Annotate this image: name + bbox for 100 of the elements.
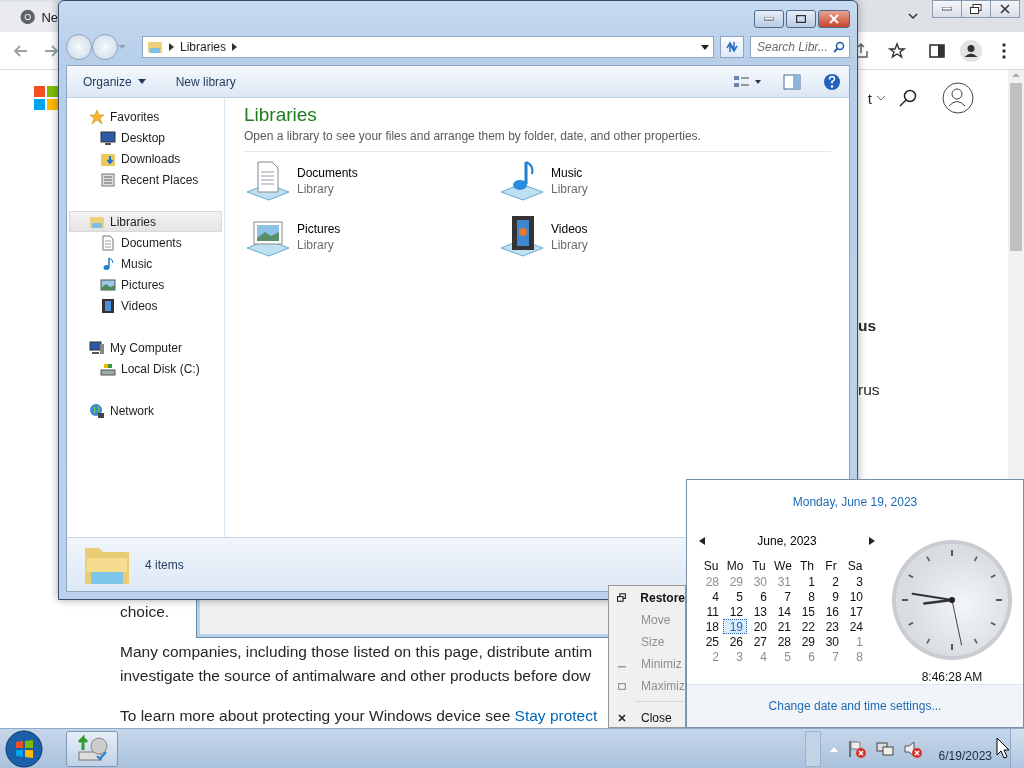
calendar-day[interactable]: 14 xyxy=(771,603,795,619)
globe-icon xyxy=(89,402,105,419)
settings-link[interactable]: Change date and time settings... xyxy=(768,698,942,713)
calendar-day[interactable]: 3 xyxy=(843,573,867,589)
nav-item[interactable]: Favorites xyxy=(69,106,222,127)
calendar-day[interactable]: 23 xyxy=(819,618,843,634)
account-icon[interactable] xyxy=(942,82,974,114)
minimize-button[interactable] xyxy=(754,10,784,28)
calendar-day[interactable]: 13 xyxy=(747,603,771,619)
close-button[interactable] xyxy=(990,0,1020,18)
nav-item[interactable]: Network xyxy=(69,400,222,421)
clock-date[interactable]: 6/19/2023 xyxy=(938,748,992,763)
refresh-button[interactable] xyxy=(720,36,744,58)
calendar-day[interactable]: 27 xyxy=(747,633,771,649)
link[interactable]: Stay protect xyxy=(514,707,598,724)
nav-item[interactable]: Downloads xyxy=(69,148,222,169)
nav-item[interactable]: Documents xyxy=(69,232,222,253)
profile-icon[interactable] xyxy=(960,39,982,62)
organize-button[interactable]: Organize xyxy=(83,74,146,89)
recent-places-icon xyxy=(100,171,116,188)
library-name[interactable]: Documents xyxy=(297,165,358,181)
page-heading: Libraries xyxy=(244,104,318,126)
calendar-day[interactable]: 29 xyxy=(795,633,819,649)
close-icon xyxy=(1000,4,1010,14)
calendar-day[interactable]: 24 xyxy=(843,618,867,634)
weekday-label: Fr xyxy=(824,557,838,574)
calendar-day[interactable]: 28 xyxy=(771,633,795,649)
search-field[interactable]: Search Libr... xyxy=(750,36,850,58)
calendar-day[interactable]: 30 xyxy=(747,573,771,589)
browser-tab[interactable]: Ne xyxy=(0,2,58,32)
star-icon[interactable] xyxy=(888,41,906,60)
library-type: Library xyxy=(551,181,588,197)
menu-item[interactable]: Restore xyxy=(609,587,685,609)
calendar-day[interactable]: 2 xyxy=(819,573,843,589)
calendar-day[interactable]: 6 xyxy=(747,588,771,604)
nav-item[interactable]: Music xyxy=(69,253,222,274)
menu-item[interactable]: Close xyxy=(609,707,685,727)
calendar-day[interactable]: 18 xyxy=(699,618,723,634)
nav-item[interactable]: Desktop xyxy=(69,127,222,148)
share-icon[interactable] xyxy=(858,41,870,60)
new-library-button[interactable]: New library xyxy=(175,74,236,89)
chevron-down-icon[interactable] xyxy=(907,10,919,22)
nav-item[interactable]: Pictures xyxy=(69,274,222,295)
calendar-day[interactable]: 26 xyxy=(723,633,747,649)
calendar-day[interactable]: 15 xyxy=(795,603,819,619)
side-panel-icon[interactable] xyxy=(928,41,946,60)
view-options-icon[interactable] xyxy=(733,74,761,89)
next-month-icon[interactable] xyxy=(869,536,875,545)
library-name[interactable]: Music xyxy=(551,165,588,181)
nav-item[interactable]: Libraries xyxy=(69,211,222,232)
dropdown-icon[interactable] xyxy=(701,44,709,50)
browser-logo-icon xyxy=(20,9,36,25)
calendar-day[interactable]: 1 xyxy=(795,573,819,589)
calendar-day[interactable]: 22 xyxy=(795,618,819,634)
nav-item[interactable]: Local Disk (C:) xyxy=(69,358,222,379)
calendar-day[interactable]: 21 xyxy=(771,618,795,634)
calendar-day[interactable]: 12 xyxy=(723,603,747,619)
library-type: Library xyxy=(297,237,335,253)
month-title[interactable]: June, 2023 xyxy=(757,533,817,548)
long-date[interactable]: Monday, June 19, 2023 xyxy=(792,494,918,509)
calendar-day[interactable]: 9 xyxy=(819,588,843,604)
taskbar-app-button[interactable] xyxy=(66,730,118,767)
library-name[interactable]: Videos xyxy=(551,221,588,237)
restore-button[interactable] xyxy=(961,0,991,18)
calendar-day[interactable]: 30 xyxy=(819,633,843,649)
close-icon xyxy=(829,14,839,24)
weekday-label: Tu xyxy=(751,557,767,574)
library-name[interactable]: Pictures xyxy=(297,221,341,237)
nav-item[interactable]: Videos xyxy=(69,295,222,316)
calendar-day[interactable]: 20 xyxy=(747,618,771,634)
clock-time: 8:46:28 AM xyxy=(921,669,983,684)
calendar-day[interactable]: 7 xyxy=(771,588,795,604)
flag-alert-icon[interactable] xyxy=(846,738,867,759)
library-type: Library xyxy=(551,237,588,253)
speaker-muted-icon[interactable] xyxy=(902,738,923,759)
nav-item[interactable]: My Computer xyxy=(69,337,222,358)
previous-month-icon[interactable] xyxy=(699,536,705,545)
close-button[interactable] xyxy=(818,10,850,28)
nav-item[interactable]: Recent Places xyxy=(69,169,222,190)
start-button[interactable] xyxy=(4,728,44,768)
calendar-day[interactable]: 17 xyxy=(843,603,867,619)
calendar-day[interactable]: 19 xyxy=(723,618,747,634)
calendar-day[interactable]: 11 xyxy=(699,603,723,619)
paragraph-text: choice. xyxy=(120,602,170,622)
calendar-day[interactable]: 5 xyxy=(723,588,747,604)
help-icon[interactable] xyxy=(823,72,841,91)
logo-icon[interactable] xyxy=(34,86,58,110)
calendar-day[interactable]: 16 xyxy=(819,603,843,619)
address-bar[interactable]: Libraries xyxy=(142,36,714,58)
calendar-day[interactable]: 8 xyxy=(795,588,819,604)
text-fragment: us xyxy=(858,316,878,336)
scrollbar[interactable] xyxy=(1008,70,1024,480)
weekday-label: We xyxy=(773,557,793,574)
calendar-day[interactable]: 25 xyxy=(699,633,723,649)
search-icon[interactable] xyxy=(898,88,918,108)
calendar-day[interactable]: 4 xyxy=(699,588,723,604)
calendar-day[interactable]: 10 xyxy=(843,588,867,604)
nav-menu[interactable]: t xyxy=(867,89,886,107)
library-type: Library xyxy=(297,181,335,197)
maximize-button[interactable] xyxy=(786,10,816,28)
